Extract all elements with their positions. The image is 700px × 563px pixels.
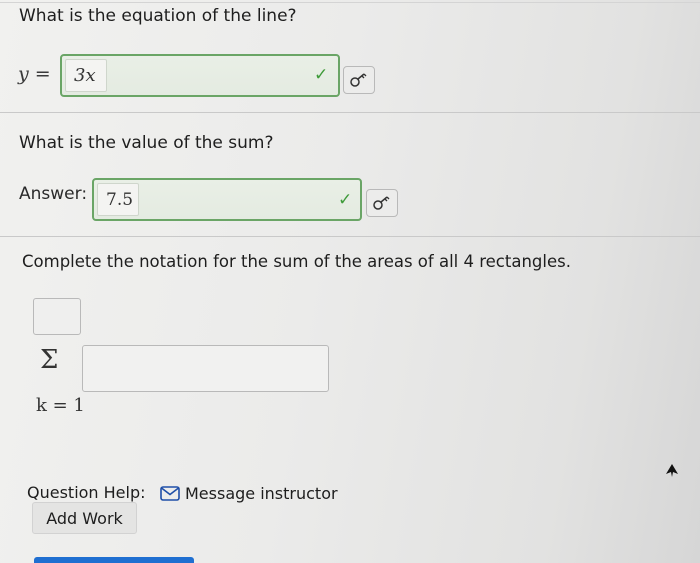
checkmark-icon: ✓ <box>338 190 353 210</box>
equation-input[interactable]: 3x <box>65 59 107 92</box>
top-divider <box>0 2 700 3</box>
key-button[interactable] <box>366 189 398 217</box>
summand-input[interactable] <box>82 345 329 392</box>
message-instructor-label: Message instructor <box>185 484 338 503</box>
key-icon <box>373 196 390 210</box>
cursor-icon <box>666 464 678 477</box>
key-icon <box>350 73 367 87</box>
key-button[interactable] <box>343 66 375 94</box>
question-1-text: What is the equation of the line? <box>19 6 297 26</box>
checkmark-icon: ✓ <box>314 65 329 85</box>
equation-lhs: y = <box>18 63 51 85</box>
equation-answer-box: 3x ✓ <box>60 54 340 97</box>
divider-1 <box>0 112 700 113</box>
lower-limit: k = 1 <box>36 395 85 416</box>
upper-limit-input[interactable] <box>33 298 81 335</box>
question-2-text: What is the value of the sum? <box>19 133 274 153</box>
sigma-symbol: Σ <box>40 345 59 375</box>
sum-input[interactable]: 7.5 <box>97 183 139 216</box>
submit-button[interactable] <box>34 557 194 563</box>
message-instructor-link[interactable]: Message instructor <box>160 484 338 503</box>
sum-answer-box: 7.5 ✓ <box>92 178 362 221</box>
question-3-text: Complete the notation for the sum of the… <box>22 252 571 271</box>
question-help-label: Question Help: <box>27 483 146 502</box>
add-work-button[interactable]: Add Work <box>32 502 137 534</box>
envelope-icon <box>160 486 180 501</box>
answer-label: Answer: <box>19 184 88 204</box>
divider-2 <box>0 236 700 237</box>
